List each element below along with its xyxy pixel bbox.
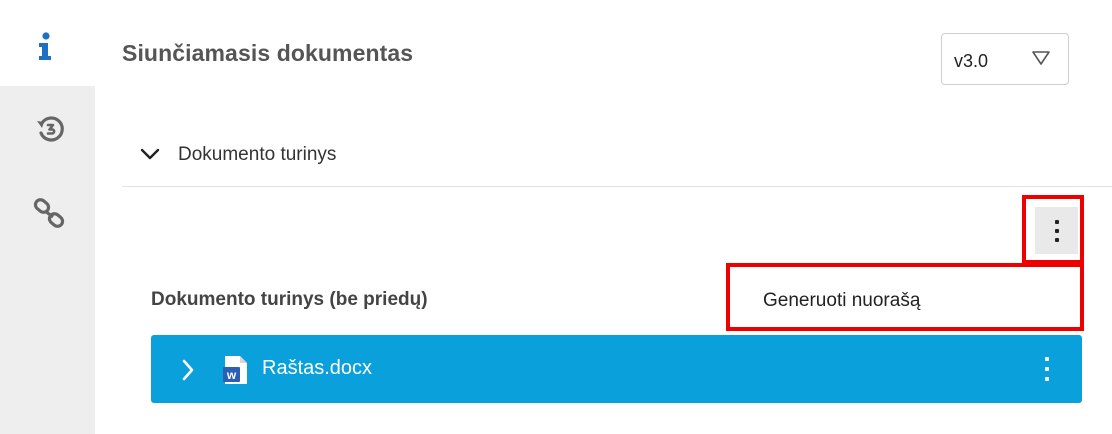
file-name[interactable]: Raštas.docx [262,357,372,380]
divider [122,186,1112,187]
page-title: Siunčiamasis dokumentas [122,40,414,66]
section-title: Dokumento turinys [178,144,337,165]
more-options-button[interactable] [1035,207,1078,254]
history-icon [37,116,64,142]
svg-text:w: w [226,368,237,382]
triangle-down-icon [1032,51,1050,65]
link-icon [33,198,65,228]
menu-item-label: Generuoti nuorašą [763,290,921,311]
tab-history[interactable] [0,86,95,172]
file-row[interactable]: w Raštas.docx [151,335,1082,403]
chevron-down-icon [140,148,160,160]
side-rail [0,0,95,434]
options-menu: Generuoti nuorašą [726,263,1084,331]
section-toggle[interactable]: Dokumento turinys [140,143,440,171]
menu-item-generate-copy[interactable]: Generuoti nuorašą [730,267,1080,327]
tab-links[interactable] [0,172,95,258]
file-more-options-button[interactable] [1035,351,1059,387]
word-file-icon: w [223,356,247,384]
version-select[interactable]: v3.0 [941,33,1069,85]
tab-info[interactable] [0,0,95,86]
content-subheading: Dokumento turinys (be priedų) [151,289,428,310]
chevron-right-icon[interactable] [181,359,195,381]
info-icon [39,32,51,60]
version-value: v3.0 [954,51,989,71]
